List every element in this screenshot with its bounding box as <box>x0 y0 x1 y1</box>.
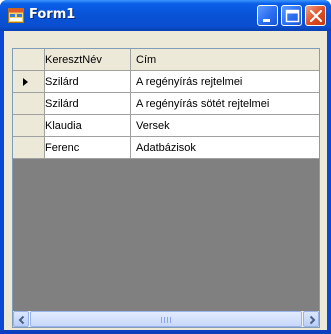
grid-viewport: KeresztNév Cím Szilárd A regényírás rejt… <box>13 49 319 327</box>
cell-cim[interactable]: A regényírás sötét rejtelmei <box>131 93 319 115</box>
row-header[interactable] <box>13 115 45 137</box>
cell-keresztnev[interactable]: Szilárd <box>45 71 131 93</box>
thumb-grip-line <box>167 317 168 323</box>
cell-cim[interactable]: A regényírás rejtelmei <box>131 71 319 93</box>
cell-cim[interactable]: Adatbázisok <box>131 137 319 159</box>
scrollbar-thumb[interactable] <box>30 311 302 327</box>
grid-corner-header[interactable] <box>13 49 45 71</box>
column-header-cim[interactable]: Cím <box>131 49 319 71</box>
window-frame-right <box>327 31 331 334</box>
cell-keresztnev[interactable]: Klaudia <box>45 115 131 137</box>
row-header[interactable] <box>13 71 45 93</box>
minimize-button[interactable] <box>257 5 278 26</box>
thumb-grip-line <box>170 317 171 323</box>
scroll-right-button[interactable] <box>303 311 319 327</box>
arrow-left-icon <box>18 315 25 325</box>
thumb-grip-line <box>164 317 165 323</box>
cell-text: Adatbázisok <box>136 142 196 154</box>
data-grid-view[interactable]: KeresztNév Cím Szilárd A regényírás rejt… <box>12 48 320 328</box>
title-bar[interactable]: Form1 <box>0 0 331 31</box>
horizontal-scrollbar[interactable] <box>13 311 319 327</box>
cell-text: A regényírás rejtelmei <box>136 76 243 88</box>
cell-text: Ferenc <box>45 142 80 154</box>
close-icon <box>309 9 323 23</box>
minimize-icon <box>263 19 270 22</box>
scroll-left-button[interactable] <box>13 311 29 327</box>
form1-window: Form1 KeresztNév Cím Szilárd A regényírá… <box>0 0 331 334</box>
form-client-area: KeresztNév Cím Szilárd A regényírás rejt… <box>4 31 327 330</box>
window-frame-bottom <box>0 330 331 334</box>
cell-text: Szilárd <box>45 98 79 110</box>
row-pointer-icon <box>23 78 28 86</box>
row-header[interactable] <box>13 137 45 159</box>
cell-text: Klaudia <box>45 120 82 132</box>
maximize-icon <box>285 9 300 23</box>
cell-text: Versek <box>136 120 170 132</box>
maximize-button[interactable] <box>281 5 302 26</box>
cell-keresztnev[interactable]: Ferenc <box>45 137 131 159</box>
column-header-label: Cím <box>136 54 157 66</box>
column-header-label: KeresztNév <box>45 54 102 66</box>
column-header-keresztnev[interactable]: KeresztNév <box>45 49 131 71</box>
cell-text: A regényírás sötét rejtelmei <box>136 98 270 110</box>
cell-text: Szilárd <box>45 76 79 88</box>
cell-keresztnev[interactable]: Szilárd <box>45 93 131 115</box>
cell-cim[interactable]: Versek <box>131 115 319 137</box>
window-title: Form1 <box>29 7 76 22</box>
close-button[interactable] <box>305 5 326 26</box>
form-app-icon[interactable] <box>8 8 24 23</box>
thumb-grip-line <box>161 317 162 323</box>
row-header[interactable] <box>13 93 45 115</box>
arrow-right-icon <box>309 315 316 325</box>
